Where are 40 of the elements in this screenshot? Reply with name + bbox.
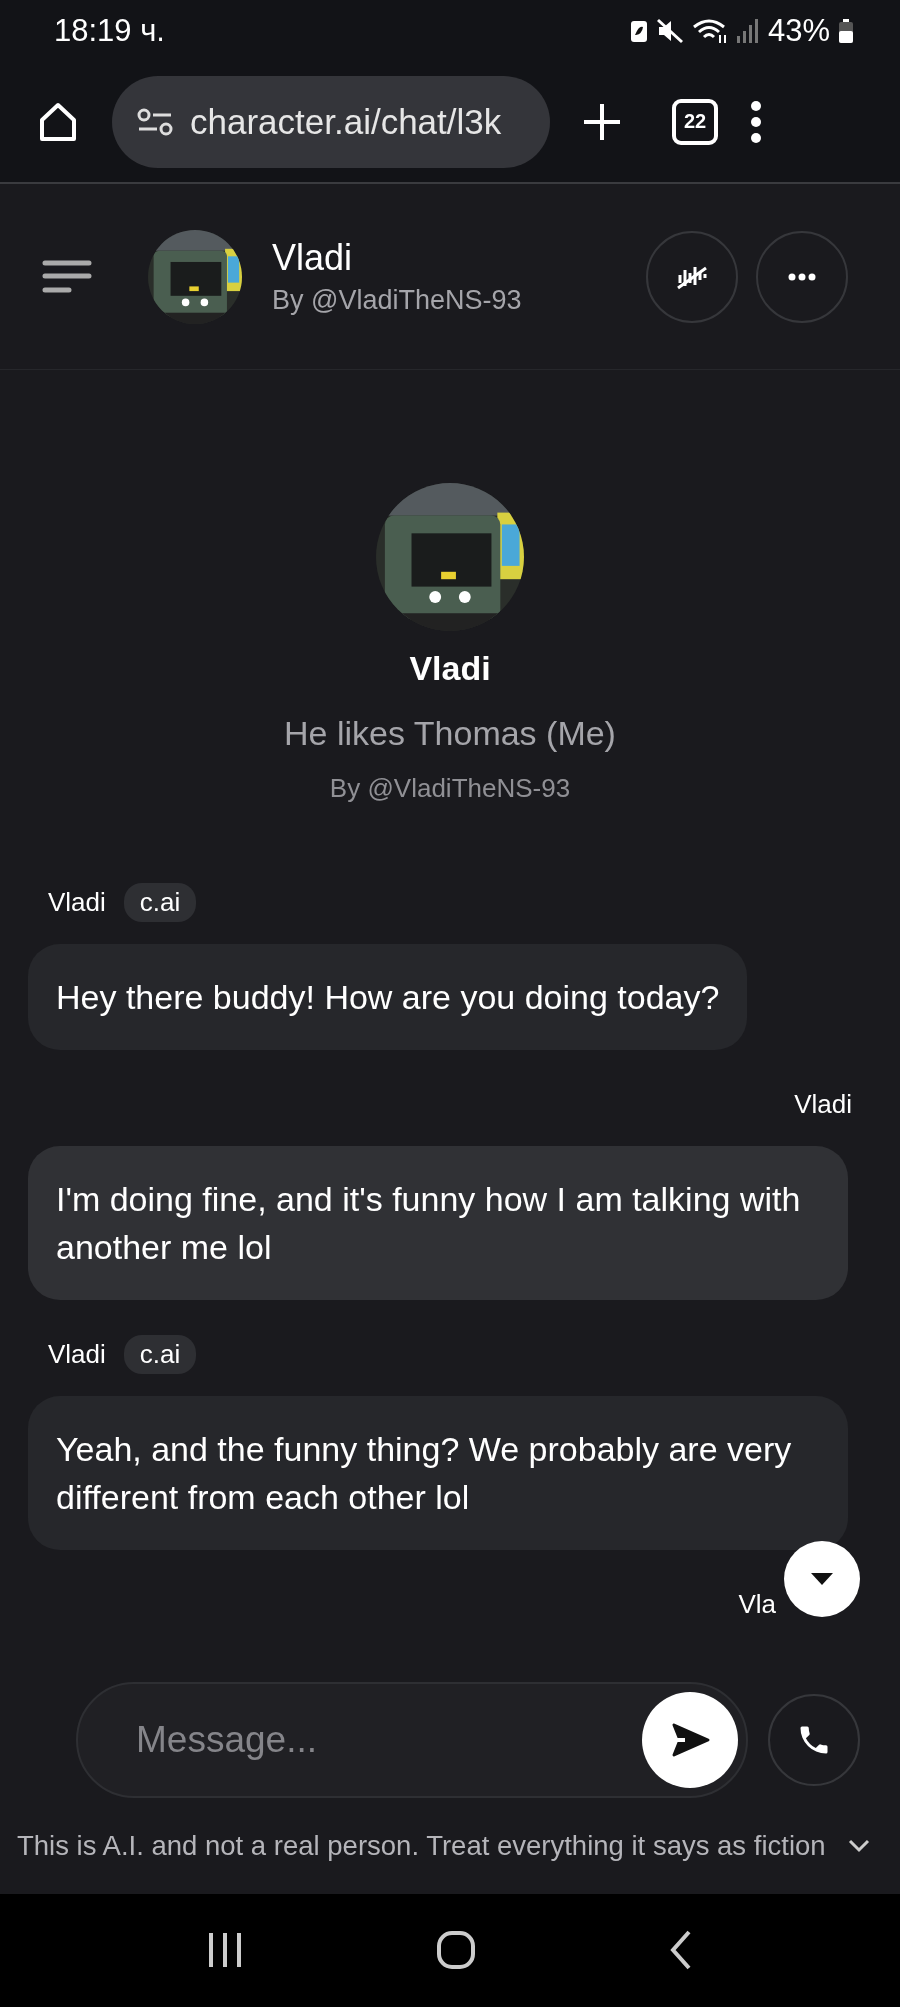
character-tagline: He likes Thomas (Me) xyxy=(284,713,616,753)
site-settings-icon[interactable] xyxy=(136,106,174,137)
disclaimer-text: This is A.I. and not a real person. Treat everything it says as fiction xyxy=(17,1830,826,1863)
message-bubble: Yeah, and the funny thing? We probably are very different from each other lol xyxy=(28,1395,848,1550)
call-button[interactable] xyxy=(768,1694,860,1787)
message-bubble: Hey there buddy! How are you doing today? xyxy=(28,943,748,1050)
home-button-icon[interactable] xyxy=(436,1930,476,1971)
recent-apps-icon[interactable] xyxy=(206,1931,243,1970)
author-name: Vladi xyxy=(48,887,106,919)
author-name: Vla xyxy=(738,1589,776,1621)
ai-tag: c.ai xyxy=(123,883,197,923)
voice-button[interactable] xyxy=(646,230,738,323)
menu-icon[interactable] xyxy=(42,258,92,295)
ai-tag: c.ai xyxy=(123,1335,197,1375)
battery-saver-icon xyxy=(629,18,648,43)
creator-handle: By @VladiTheNS-93 xyxy=(329,772,571,804)
tab-count[interactable]: 22 xyxy=(672,98,718,145)
mute-icon xyxy=(655,17,684,44)
message-bubble: I'm doing fine, and it's funny how I am talking with another me lol xyxy=(28,1145,848,1300)
signal-icon xyxy=(735,17,760,44)
character-name: Vladi xyxy=(272,237,354,280)
battery-icon xyxy=(838,17,854,44)
creator-handle: By @VladiTheNS-93 xyxy=(272,285,523,317)
message-box[interactable]: Message... xyxy=(76,1682,748,1799)
more-menu-icon[interactable] xyxy=(750,99,762,144)
caret-icon xyxy=(810,1571,834,1586)
clock: 18:19 ч. xyxy=(54,12,165,49)
new-tab-icon[interactable] xyxy=(582,101,622,142)
message-field[interactable]: Message... xyxy=(134,1718,642,1763)
wifi-icon xyxy=(691,17,728,44)
address-bar[interactable]: character.ai/chat/l3k xyxy=(112,75,550,168)
author-name: Vladi xyxy=(48,1339,106,1371)
url-text: character.ai/chat/l3k xyxy=(190,101,502,142)
more-icon xyxy=(788,272,816,281)
send-icon xyxy=(670,1723,710,1758)
author-name: Vladi xyxy=(794,1089,852,1121)
battery-percent: 43% xyxy=(767,12,830,49)
character-name: Vladi xyxy=(409,648,491,688)
send-button[interactable] xyxy=(642,1692,738,1789)
chevron-down-icon[interactable] xyxy=(848,1839,870,1854)
